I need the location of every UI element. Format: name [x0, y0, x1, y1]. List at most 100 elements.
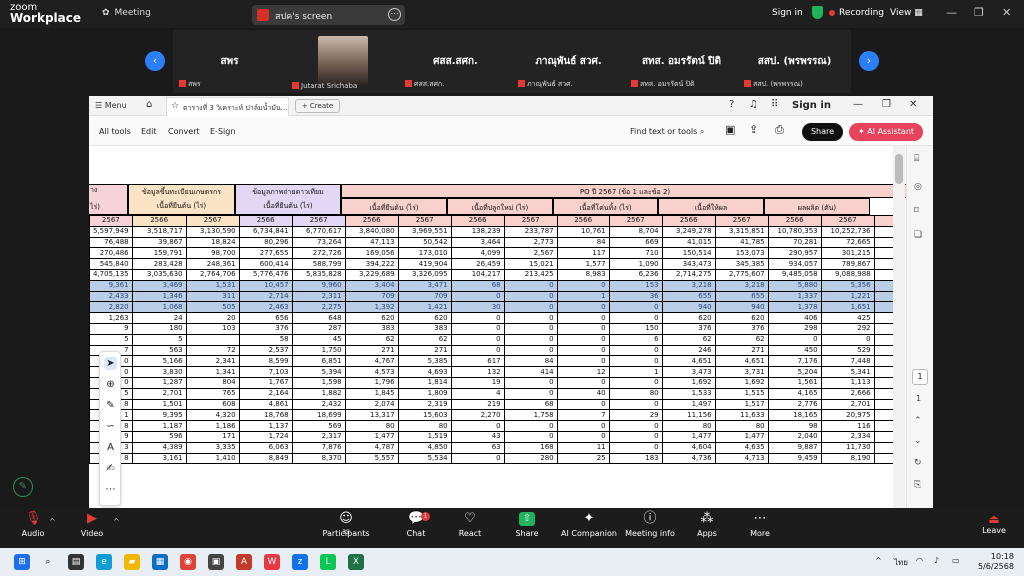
table-cell[interactable]: 709 [344, 290, 399, 303]
edit-tab[interactable]: Edit [141, 127, 157, 136]
table-cell[interactable]: 1,263 [89, 312, 133, 324]
table-cell[interactable]: 5 [131, 333, 187, 346]
table-cell[interactable]: 1,724 [238, 430, 293, 443]
table-cell[interactable]: 0 [450, 452, 505, 465]
table-cell[interactable]: 280 [503, 452, 558, 465]
table-cell[interactable]: 20,975 [820, 409, 875, 422]
table-cell[interactable]: 0 [503, 376, 558, 389]
table-cell[interactable]: 13,317 [344, 409, 399, 422]
table-cell[interactable]: 5,776,476 [238, 268, 293, 281]
table-cell[interactable]: 11,156 [661, 409, 716, 422]
excel-icon[interactable]: X [348, 554, 364, 570]
strip-prev-button[interactable]: ‹ [145, 51, 165, 71]
table-cell[interactable]: 5,880 [767, 279, 822, 292]
audio-options-chevron-icon[interactable]: ^ [49, 517, 56, 526]
table-cell[interactable]: 4,693 [397, 366, 452, 378]
table-cell[interactable]: 655 [714, 290, 769, 303]
page-down-icon[interactable]: ⌄ [914, 436, 922, 446]
table-cell[interactable]: 271 [397, 344, 452, 357]
photos-icon[interactable]: ▣ [208, 554, 224, 570]
table-cell[interactable]: 80 [714, 420, 769, 432]
table-row[interactable]: 8 1,501 608 4,861 2,432 2,074 2,319 219 68 0 0 1,49… [89, 398, 895, 411]
table-cell[interactable]: 1,068 [131, 301, 187, 314]
store-icon[interactable]: ▦ [152, 554, 168, 570]
table-cell[interactable]: 271 [344, 344, 399, 357]
table-cell[interactable]: 311 [185, 290, 240, 303]
table-cell[interactable]: 63 [450, 441, 505, 454]
table-cell[interactable]: 0 [820, 333, 875, 346]
table-cell[interactable]: 1 [608, 366, 663, 378]
table-cell[interactable]: 18,824 [185, 236, 240, 249]
table-cell[interactable]: 608 [185, 398, 240, 411]
table-cell[interactable]: 3,218 [714, 279, 769, 292]
table-cell[interactable]: 9,361 [89, 279, 133, 292]
text-box-icon[interactable]: A [104, 441, 117, 454]
table-row[interactable]: 1 9,395 4,320 18,768 18,699 13,317 15,603 2,270… [89, 409, 895, 422]
table-cell[interactable]: 36 [608, 290, 663, 303]
table-cell[interactable]: 620 [397, 312, 452, 324]
table-cell[interactable]: 3,335 [185, 441, 240, 454]
table-cell[interactable]: 0 [503, 430, 558, 443]
table-cell[interactable]: 7,876 [291, 441, 346, 454]
table-cell[interactable]: 3,469 [131, 279, 187, 292]
table-cell[interactable]: 2,666 [820, 387, 875, 400]
cursor-icon[interactable]: ➤ [104, 357, 117, 370]
participant-tile[interactable]: สทส. อมรรัตน์ ปิติ สทส. อมรรัตน์ ปิติ [625, 30, 738, 93]
table-cell[interactable]: 376 [714, 322, 769, 335]
ai-rail-icon[interactable]: ◎ [914, 182, 922, 192]
table-cell[interactable]: 419,904 [397, 258, 452, 270]
volume-icon[interactable]: ♪ [934, 556, 939, 565]
table-cell[interactable]: 620 [661, 312, 716, 324]
table-cell[interactable]: 5,204 [767, 366, 822, 378]
table-cell[interactable]: 2,040 [767, 430, 822, 443]
table-cell[interactable]: 0 [556, 398, 610, 411]
table-cell[interactable]: 5,597,949 [89, 225, 133, 238]
table-cell[interactable]: 4,635 [714, 441, 769, 454]
table-cell[interactable]: 1,392 [344, 301, 399, 314]
table-cell[interactable]: 4,573 [344, 366, 399, 378]
table-cell[interactable]: 0 [503, 344, 558, 357]
table-cell[interactable]: 287 [291, 322, 346, 335]
table-cell[interactable]: 7,103 [238, 366, 293, 378]
table-cell[interactable]: 7,176 [767, 355, 822, 368]
table-cell[interactable]: 3,471 [397, 279, 452, 292]
table-cell[interactable]: 4 [450, 387, 505, 400]
table-cell[interactable]: 563 [131, 344, 187, 357]
table-cell[interactable]: 1,515 [714, 387, 769, 400]
zoom-icon[interactable]: ⊕ [104, 378, 117, 391]
table-cell[interactable]: 545,840 [89, 258, 133, 270]
table-cell[interactable]: 25 [556, 452, 610, 465]
table-cell[interactable]: 0 [556, 279, 610, 292]
table-cell[interactable]: 0 [556, 322, 610, 335]
table-cell[interactable]: 4,767 [344, 355, 399, 368]
table-cell[interactable]: 3,518,717 [131, 225, 187, 238]
table-cell[interactable]: 0 [608, 430, 663, 443]
star-icon[interactable]: ☆ [171, 101, 179, 111]
close-icon[interactable]: ✕ [909, 99, 917, 110]
table-cell[interactable]: 103 [185, 322, 240, 335]
table-cell[interactable]: 5,385 [397, 355, 452, 368]
table-cell[interactable]: 8,983 [556, 268, 610, 281]
participant-tile[interactable]: สสป. (พรพรรณ) สสป. (พรพรรณ) [738, 30, 851, 93]
table-cell[interactable]: 68 [450, 279, 505, 292]
save-page-icon[interactable]: ⎘ [914, 480, 921, 490]
table-row[interactable]: 5,597,949 3,518,717 3,130,590 6,734,841 6,77… [89, 225, 895, 238]
table-cell[interactable]: 29 [608, 409, 663, 422]
table-cell[interactable]: 620 [344, 312, 399, 324]
more-tools-icon[interactable]: ⋯ [104, 483, 117, 496]
table-cell[interactable]: 5,394 [291, 366, 346, 378]
table-cell[interactable]: 1,809 [397, 387, 452, 400]
table-cell[interactable]: 1,477 [714, 430, 769, 443]
encryption-shield-icon[interactable] [812, 6, 823, 19]
table-cell[interactable]: 0 [608, 301, 663, 314]
share-screen-button[interactable]: ⇧ Share [497, 512, 557, 538]
chat-button[interactable]: 💬 1 Chat [386, 512, 446, 538]
table-cell[interactable]: 8,190 [820, 452, 875, 465]
table-cell[interactable]: 2,714,275 [661, 268, 716, 281]
document-tab[interactable]: ☆ ตารางที่ 3 วิเคราะห์ ปาล์มน้ำมัน... [166, 97, 289, 116]
table-cell[interactable]: 0 [450, 312, 505, 324]
table-cell[interactable]: 1,561 [767, 376, 822, 389]
taskbar-clock[interactable]: 10:18 5/6/2568 [978, 552, 1014, 572]
ai-companion-button[interactable]: ✦ AI Companion [559, 512, 619, 539]
meeting-menu[interactable]: ✿ Meeting [102, 8, 151, 18]
